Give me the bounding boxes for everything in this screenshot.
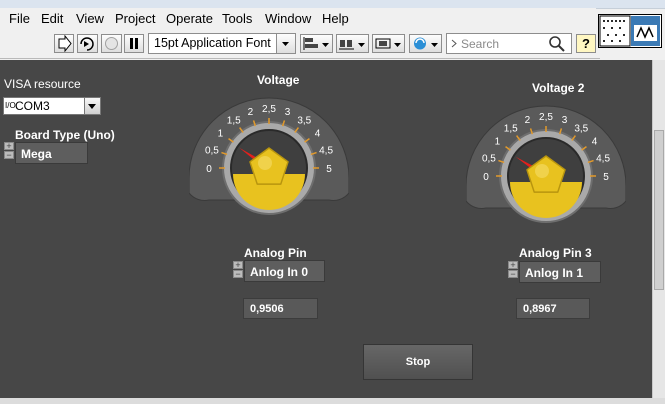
gauge-knob-highlight [535, 164, 549, 178]
vertical-scrollbar[interactable] [652, 60, 665, 398]
voltage-gauge-title: Voltage [257, 73, 300, 87]
chevron-down-icon [276, 34, 295, 53]
visa-resource-control[interactable]: I/O COM3 [3, 97, 101, 115]
help-icon: ? [582, 36, 590, 51]
menu-edit[interactable]: Edit [41, 11, 63, 26]
vi-icon-logo [598, 14, 662, 48]
gauge-tick-label: 2,5 [539, 112, 553, 123]
gauge-tick-label: 5 [603, 172, 609, 183]
board-type-ring[interactable]: Mega [15, 142, 88, 164]
menu-window[interactable]: Window [265, 11, 311, 26]
board-type-stepper[interactable]: + − [4, 142, 14, 160]
visa-resource-value: COM3 [15, 99, 50, 113]
board-type-label: Board Type (Uno) [15, 128, 115, 142]
menu-view[interactable]: View [76, 11, 104, 26]
pause-icon [130, 38, 138, 49]
resize-objects-button[interactable] [372, 34, 405, 53]
gauge-knob-highlight [258, 156, 272, 170]
stop-button[interactable]: Stop [363, 344, 473, 380]
increment-icon[interactable]: + [233, 261, 243, 270]
analog-pin-label: Analog Pin [244, 246, 307, 260]
gauge-tick-label: 4 [592, 137, 598, 148]
arduino-vi-icon [599, 15, 660, 47]
analog-pin-3-ring[interactable]: Anlog In 1 [519, 261, 601, 283]
gauge-tick-label: 4 [315, 129, 321, 140]
menu-tools[interactable]: Tools [222, 11, 252, 26]
run-continuously-icon [80, 37, 94, 51]
voltage-gauge: 0 0,5 11,5 2 2,5 3 3,5 4 4,5 5 [189, 97, 349, 215]
gauge-tick-label: 0 [206, 164, 212, 175]
scrollbar-thumb[interactable] [654, 130, 664, 290]
status-bar [0, 398, 665, 404]
resize-objects-icon [375, 38, 401, 49]
voltage-2-gauge-title: Voltage 2 [532, 81, 585, 95]
gauge-tick-label: 2 [248, 107, 254, 118]
gauge-tick-label: 4,5 [596, 153, 610, 164]
gauge-tick-label: 2,5 [262, 104, 276, 115]
reorder-icon [414, 37, 438, 50]
voltage-indicator: 0,9506 [243, 298, 318, 319]
search-arrow-icon [451, 39, 457, 48]
increment-icon[interactable]: + [508, 261, 518, 270]
gauge-tick-label: 3 [285, 107, 291, 118]
gauge-tick-label: 1 [495, 137, 501, 148]
align-objects-button[interactable] [300, 34, 333, 53]
gauge-tick-label: 2 [525, 115, 531, 126]
analog-pin-3-label: Analog Pin 3 [519, 246, 592, 260]
menu-help[interactable]: Help [322, 11, 349, 26]
analog-pin-stepper[interactable]: + − [233, 261, 243, 279]
gauge-tick-label: 0,5 [482, 153, 496, 164]
search-icon [549, 36, 565, 52]
chevron-down-icon [84, 98, 100, 114]
gauge-tick-label: 0 [483, 172, 489, 183]
gauge-tick-label: 3,5 [297, 115, 311, 126]
decrement-icon[interactable]: − [233, 270, 243, 279]
gauge-tick-label: 5 [326, 164, 332, 175]
analog-pin-3-stepper[interactable]: + − [508, 261, 518, 279]
visa-resource-label: VISA resource [4, 77, 81, 91]
toolbar: 15pt Application Font Search ? [0, 30, 600, 59]
run-arrow-icon [58, 35, 72, 52]
decrement-icon[interactable]: − [4, 151, 14, 160]
menu-project[interactable]: Project [115, 11, 155, 26]
abort-button[interactable] [101, 34, 122, 53]
decrement-icon[interactable]: − [508, 270, 518, 279]
distribute-objects-icon [339, 40, 365, 50]
voltage-2-gauge: 0 0,5 11,5 2 2,5 3 3,5 4 4,5 5 [466, 105, 626, 223]
menu-bar: File Edit View Project Operate Tools Win… [0, 8, 596, 30]
font-dropdown[interactable]: 15pt Application Font [148, 33, 296, 54]
gauge-tick-label: 3,5 [574, 123, 588, 134]
context-help-button[interactable]: ? [576, 34, 596, 53]
menu-file[interactable]: File [9, 11, 30, 26]
align-objects-icon [303, 37, 329, 50]
gauge-tick-label: 1 [218, 129, 224, 140]
voltage-2-indicator: 0,8967 [516, 298, 590, 319]
gauge-tick-label: 3 [562, 115, 568, 126]
abort-icon [105, 37, 118, 50]
run-button[interactable] [54, 34, 74, 53]
pause-button[interactable] [124, 34, 144, 53]
run-continuously-button[interactable] [77, 34, 98, 53]
gauge-tick-label: 1,5 [504, 123, 518, 134]
menu-operate[interactable]: Operate [166, 11, 213, 26]
increment-icon[interactable]: + [4, 142, 14, 151]
distribute-objects-button[interactable] [336, 34, 369, 53]
reorder-button[interactable] [409, 34, 442, 53]
gauge-tick-label: 4,5 [319, 145, 333, 156]
search-input[interactable]: Search [446, 33, 572, 54]
search-placeholder: Search [461, 37, 500, 51]
font-dropdown-value: 15pt Application Font [154, 36, 271, 50]
analog-pin-ring[interactable]: Anlog In 0 [244, 260, 325, 282]
gauge-tick-label: 1,5 [227, 115, 241, 126]
gauge-tick-label: 0,5 [205, 145, 219, 156]
